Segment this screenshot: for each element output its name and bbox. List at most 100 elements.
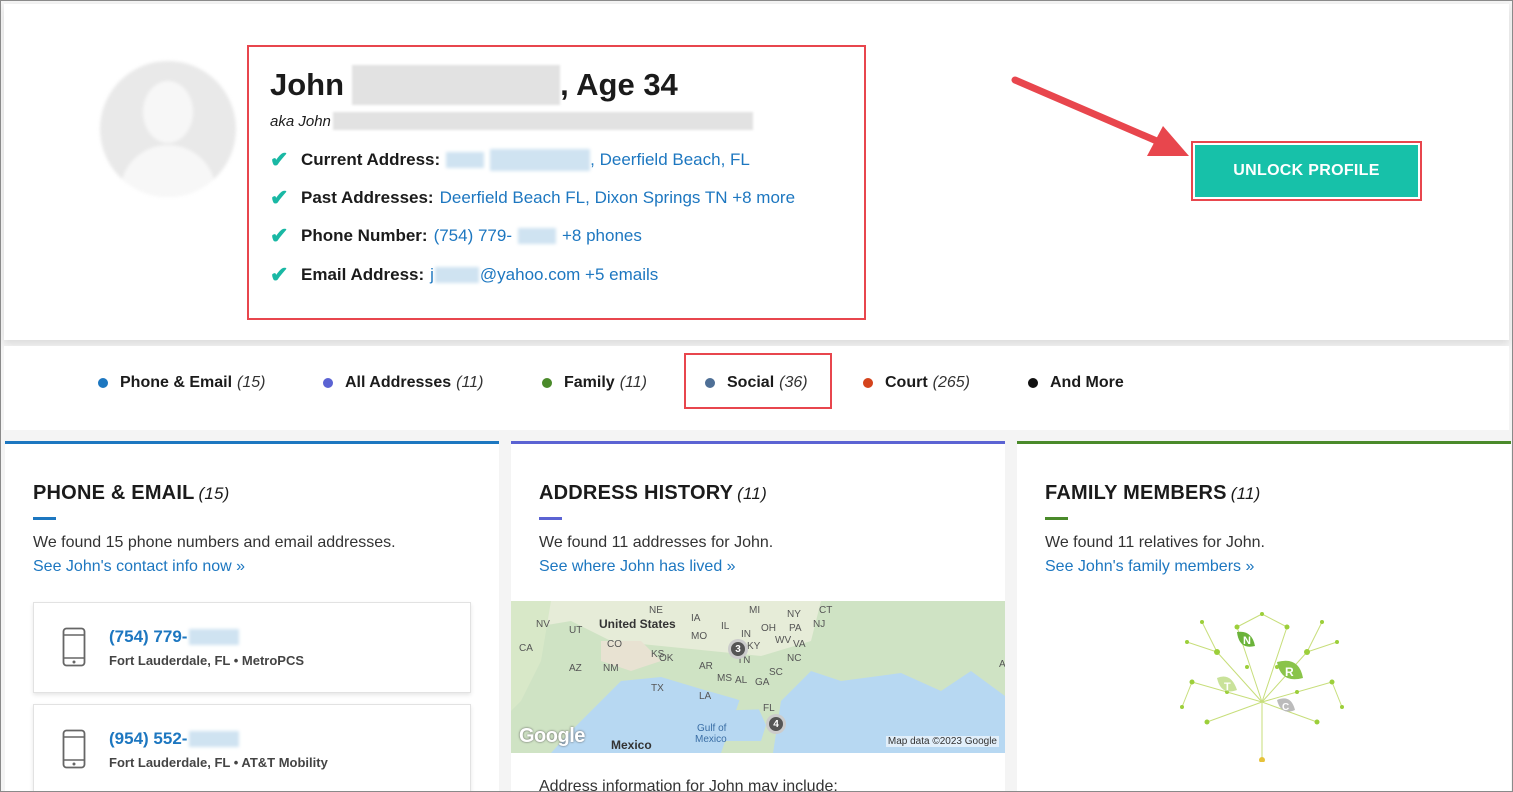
map-state-label: GA bbox=[755, 677, 770, 688]
redacted-street-name bbox=[490, 149, 591, 171]
phone-number-text: (754) 779- bbox=[109, 627, 188, 646]
check-icon: ✔ bbox=[270, 147, 289, 172]
past-addresses-link[interactable]: Deerfield Beach FL, Dixon Springs TN +8 … bbox=[440, 188, 795, 208]
redacted-phone-digits bbox=[189, 731, 240, 747]
family-tree-icon: N R T C bbox=[1180, 612, 1344, 762]
phone-number-row: ✔ Phone Number: (754) 779- +8 phones bbox=[270, 223, 642, 249]
map-state-label: LA bbox=[699, 691, 712, 702]
map-state-label: NY bbox=[787, 609, 801, 620]
tab-label: Phone & Email bbox=[120, 374, 233, 391]
phone-number-label: Phone Number: bbox=[301, 226, 428, 245]
tab-court[interactable]: Court (265) bbox=[863, 374, 970, 392]
map-state-label: NJ bbox=[813, 619, 826, 630]
card-summary-text: We found 11 addresses for John. bbox=[539, 534, 774, 551]
map-state-label: SC bbox=[769, 667, 783, 678]
tab-dot bbox=[1028, 378, 1038, 388]
email-link-start[interactable]: j bbox=[430, 265, 434, 285]
address-history-link[interactable]: See where John has lived » bbox=[539, 558, 736, 576]
map-state-label: AZ bbox=[569, 663, 582, 674]
current-address-link[interactable]: , Deerfield Beach, FL bbox=[590, 150, 750, 170]
map-state-label: IL bbox=[721, 621, 730, 632]
tab-dot bbox=[542, 378, 552, 388]
address-history-card: ADDRESS HISTORY (11) We found 11 addresse… bbox=[511, 441, 1005, 791]
tree-letter: R bbox=[1285, 665, 1294, 679]
family-members-link[interactable]: See John's family members » bbox=[1045, 558, 1254, 576]
tab-all-addresses[interactable]: All Addresses (11) bbox=[323, 374, 483, 392]
phone-list-item[interactable]: (754) 779- Fort Lauderdale, FL • MetroPC… bbox=[33, 602, 471, 693]
email-address-row: ✔ Email Address: j @yahoo.com +5 emails bbox=[270, 262, 658, 288]
profile-summary-box: John , Age 34 aka John ✔ Current Address… bbox=[247, 45, 866, 320]
section-tab-bar: Phone & Email (15) All Addresses (11) Fa… bbox=[4, 346, 1509, 430]
redacted-last-name bbox=[352, 65, 561, 105]
card-title-text: PHONE & EMAIL bbox=[33, 482, 195, 504]
card-summary-text: We found 15 phone numbers and email addr… bbox=[33, 534, 396, 551]
aka-line: aka John bbox=[270, 112, 753, 130]
avatar bbox=[100, 61, 236, 197]
map-state-label: WV bbox=[775, 635, 792, 646]
map-state-label: PA bbox=[789, 623, 802, 634]
email-address-label: Email Address: bbox=[301, 265, 425, 284]
map-state-label: KY bbox=[747, 641, 761, 652]
tab-label: And More bbox=[1050, 374, 1124, 391]
phone-number[interactable]: (754) 779- bbox=[109, 627, 240, 647]
first-name: John bbox=[270, 67, 345, 102]
contact-info-link[interactable]: See John's contact info now » bbox=[33, 558, 245, 576]
phone-list-item[interactable]: (954) 552- Fort Lauderdale, FL • AT&T Mo… bbox=[33, 704, 471, 791]
map-state-label: TX bbox=[651, 683, 664, 694]
card-count: (11) bbox=[1230, 484, 1261, 503]
tab-dot bbox=[98, 378, 108, 388]
map-state-label: UT bbox=[569, 625, 583, 636]
phone-number-link[interactable]: (754) 779- bbox=[434, 226, 512, 246]
check-icon: ✔ bbox=[270, 262, 289, 287]
map-state-label: AR bbox=[699, 661, 713, 672]
tab-count: (11) bbox=[619, 374, 647, 391]
map-gulf-label: Gulf of bbox=[697, 723, 727, 734]
tab-family[interactable]: Family (11) bbox=[542, 374, 647, 392]
map-state-label: NV bbox=[536, 619, 550, 630]
map-state-label: FL bbox=[763, 703, 775, 714]
card-accent-rule bbox=[539, 517, 562, 520]
tab-label: Court bbox=[885, 374, 928, 391]
map-cluster-marker[interactable]: 3 bbox=[728, 639, 748, 659]
address-map[interactable]: United States Mexico Gulf of Mexico NV U… bbox=[511, 601, 1005, 753]
phone-number[interactable]: (954) 552- bbox=[109, 729, 240, 749]
map-cluster-marker[interactable]: 4 bbox=[766, 714, 786, 734]
more-phones-link[interactable]: +8 phones bbox=[562, 226, 642, 246]
map-state-label: NM bbox=[603, 663, 619, 674]
card-accent-rule bbox=[33, 517, 56, 520]
tab-dot bbox=[323, 378, 333, 388]
card-accent-rule bbox=[1045, 517, 1068, 520]
map-state-label: A bbox=[999, 659, 1005, 670]
card-title: FAMILY MEMBERS (11) bbox=[1045, 482, 1261, 505]
tab-count: (11) bbox=[456, 374, 484, 391]
unlock-profile-highlight: UNLOCK PROFILE bbox=[1191, 141, 1422, 201]
tab-count: (265) bbox=[932, 374, 971, 391]
map-state-label: IA bbox=[691, 613, 701, 624]
tab-label: Family bbox=[564, 374, 615, 391]
tab-label: Social bbox=[727, 374, 775, 391]
tab-dot bbox=[863, 378, 873, 388]
map-state-label: AL bbox=[735, 675, 748, 686]
tab-dot bbox=[705, 378, 715, 388]
google-logo: Google bbox=[519, 725, 585, 747]
tree-letter: C bbox=[1282, 702, 1289, 713]
email-link[interactable]: @yahoo.com +5 emails bbox=[480, 265, 658, 285]
phone-location-carrier: Fort Lauderdale, FL • AT&T Mobility bbox=[109, 755, 328, 770]
map-state-label: IN bbox=[741, 629, 751, 640]
unlock-profile-button[interactable]: UNLOCK PROFILE bbox=[1195, 145, 1418, 197]
tab-and-more[interactable]: And More bbox=[1028, 374, 1124, 392]
map-mexico-label: Mexico bbox=[611, 738, 652, 752]
phone-email-card: PHONE & EMAIL (15) We found 15 phone numb… bbox=[5, 441, 499, 791]
map-credit: Map data ©2023 Google bbox=[885, 736, 999, 747]
current-address-label: Current Address: bbox=[301, 150, 441, 169]
redacted-phone-digits bbox=[189, 629, 240, 645]
map-state-label: CT bbox=[819, 605, 833, 616]
check-icon: ✔ bbox=[270, 223, 289, 248]
tab-phone-email[interactable]: Phone & Email (15) bbox=[98, 374, 265, 392]
card-count: (15) bbox=[198, 484, 230, 503]
tree-letter: N bbox=[1243, 635, 1251, 647]
card-title-text: FAMILY MEMBERS bbox=[1045, 482, 1227, 504]
tab-social[interactable]: Social (36) bbox=[705, 374, 808, 392]
card-title: ADDRESS HISTORY (11) bbox=[539, 482, 767, 505]
map-gulf-label: Mexico bbox=[695, 734, 727, 745]
